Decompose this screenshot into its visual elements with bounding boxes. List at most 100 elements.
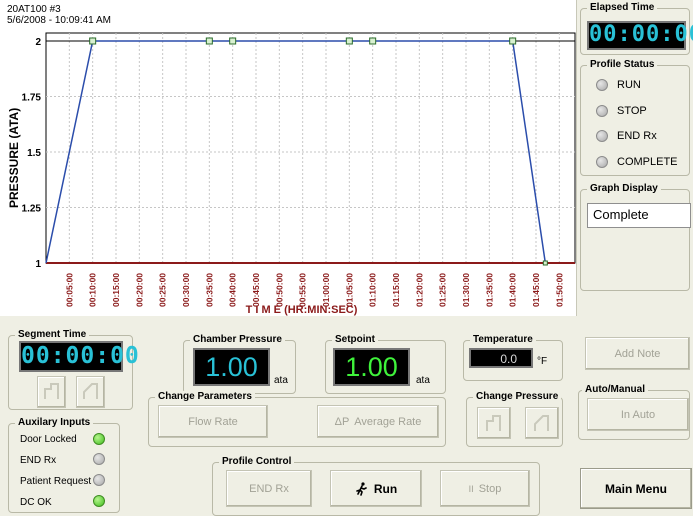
- ramp-up-icon: [534, 415, 549, 431]
- x-tick-label: 01:45:00: [531, 273, 541, 307]
- x-tick-label: 00:25:00: [158, 273, 168, 307]
- step-up-icon: [486, 415, 501, 431]
- chamber-pressure-label: Chamber Pressure: [190, 334, 285, 346]
- data-point-marker: [229, 37, 237, 45]
- y-tick-label: 1.25: [22, 204, 42, 215]
- aux-patient-request: Patient Request: [20, 476, 91, 487]
- aux-door-locked: Door Locked: [20, 434, 77, 445]
- status-run-led: [596, 79, 608, 91]
- x-tick-label: 00:50:00: [274, 273, 284, 307]
- status-stop-label: STOP: [617, 105, 647, 117]
- stop-label: Stop: [478, 482, 502, 495]
- x-tick-label: 00:45:00: [251, 273, 261, 307]
- pressure-ramp-up-button[interactable]: [525, 407, 559, 439]
- y-tick-label: 1.75: [22, 93, 42, 104]
- end-rx-button[interactable]: END Rx: [226, 470, 312, 507]
- add-note-button[interactable]: Add Note: [585, 337, 690, 370]
- aux-end-rx-led: [93, 453, 105, 465]
- x-tick-label: 01:40:00: [508, 273, 518, 307]
- temperature-display: 0.0: [469, 348, 533, 368]
- aux-end-rx-label: END Rx: [20, 455, 57, 466]
- average-rate-button[interactable]: ΔP Average Rate: [317, 405, 439, 438]
- y-axis-label: PRESSURE (ATA): [7, 108, 21, 208]
- auto-manual-label: Auto/Manual: [582, 384, 648, 396]
- x-tick-label: 00:10:00: [88, 273, 98, 307]
- segment-step-up-button[interactable]: [37, 376, 66, 408]
- x-tick-label: 01:20:00: [414, 273, 424, 307]
- status-run-label: RUN: [617, 79, 641, 91]
- status-stop-led: [596, 105, 608, 117]
- run-label: Run: [373, 481, 398, 496]
- plot-frame: [45, 32, 576, 264]
- step-up-icon: [44, 383, 59, 399]
- status-complete: COMPLETE: [596, 156, 678, 168]
- y-tick-label: 1.5: [27, 148, 41, 159]
- x-tick-label: 00:20:00: [134, 273, 144, 307]
- in-auto-button[interactable]: In Auto: [587, 398, 689, 431]
- segment-ramp-up-button[interactable]: [76, 376, 105, 408]
- change-parameters-label: Change Parameters: [155, 391, 255, 403]
- aux-end-rx: END Rx: [20, 455, 56, 466]
- profile-status-label: Profile Status: [587, 59, 658, 71]
- ramp-up-icon: [83, 383, 98, 399]
- status-run: RUN: [596, 79, 641, 91]
- setpoint-label: Setpoint: [332, 334, 378, 346]
- aux-door-locked-label: Door Locked: [20, 434, 77, 445]
- status-end-rx-label: END Rx: [617, 130, 657, 142]
- x-tick-label: 00:55:00: [298, 273, 308, 307]
- graph-display-select[interactable]: Complete: [587, 203, 691, 228]
- x-tick-label: 01:10:00: [368, 273, 378, 307]
- aux-dc-ok-label: DC OK: [20, 497, 52, 508]
- pressure-chart-panel: 20AT100 #3 5/6/2008 - 10:09:41 AM 2 1.75 1…: [0, 0, 577, 316]
- data-point-marker: [205, 37, 213, 45]
- x-tick-label: 01:30:00: [461, 273, 471, 307]
- x-tick-label: 00:05:00: [64, 273, 74, 307]
- segment-time-label: Segment Time: [15, 329, 90, 341]
- delta-p-icon: ΔP: [334, 415, 350, 428]
- status-complete-label: COMPLETE: [617, 156, 678, 168]
- elapsed-time-group: Elapsed Time 00:00:00: [580, 2, 693, 55]
- x-tick-label: 01:00:00: [321, 273, 331, 307]
- x-tick-label: 00:40:00: [228, 273, 238, 307]
- graph-display-label: Graph Display: [587, 183, 661, 195]
- status-end-rx: END Rx: [596, 130, 657, 142]
- pressure-step-up-button[interactable]: [477, 407, 511, 439]
- stop-button[interactable]: II Stop: [440, 470, 530, 507]
- profile-control-label: Profile Control: [219, 456, 295, 468]
- elapsed-time-label: Elapsed Time: [587, 2, 658, 14]
- status-stop: STOP: [596, 105, 647, 117]
- aux-door-locked-led: [93, 433, 105, 445]
- x-tick-label: 00:15:00: [111, 273, 121, 307]
- status-complete-led: [596, 156, 608, 168]
- x-tick-label: 00:35:00: [204, 273, 214, 307]
- y-tick-label: 1: [35, 259, 41, 270]
- data-point-marker: [509, 37, 517, 45]
- flow-rate-button[interactable]: Flow Rate: [158, 405, 268, 438]
- data-point-marker: [345, 37, 353, 45]
- x-tick-label: 00:30:00: [181, 273, 191, 307]
- x-axis-label: T I M E (HR:MIN:SEC): [246, 304, 358, 316]
- chamber-pressure-unit: ata: [274, 375, 288, 386]
- temperature-label: Temperature: [470, 334, 536, 346]
- aux-dc-ok: DC OK: [20, 497, 52, 508]
- x-tick-label: 01:15:00: [391, 273, 401, 307]
- data-point-marker: [89, 37, 97, 45]
- temperature-unit: °F: [537, 356, 548, 367]
- x-tick-label: 01:35:00: [484, 273, 494, 307]
- x-tick-label: 01:25:00: [438, 273, 448, 307]
- pressure-time-chart: 2 1.75 1.5 1.25 1 00:05:00 00:10:00 00:15:00 00:…: [7, 32, 576, 316]
- setpoint-display: 1.00: [333, 348, 410, 386]
- main-menu-button[interactable]: Main Menu: [580, 468, 692, 509]
- run-button[interactable]: Run: [330, 470, 422, 507]
- average-rate-label: Average Rate: [354, 415, 422, 428]
- elapsed-time-display: 00:00:00: [587, 21, 693, 50]
- data-point-marker: [369, 37, 377, 45]
- aux-inputs-label: Auxilary Inputs: [15, 417, 94, 429]
- x-tick-label: 01:05:00: [344, 273, 354, 307]
- status-end-rx-led: [596, 130, 608, 142]
- x-tick-label: 01:50:00: [554, 273, 564, 307]
- y-tick-label: 2: [35, 37, 41, 48]
- aux-dc-ok-led: [93, 495, 105, 507]
- pause-icon: II: [468, 483, 474, 494]
- running-man-icon: [356, 481, 367, 496]
